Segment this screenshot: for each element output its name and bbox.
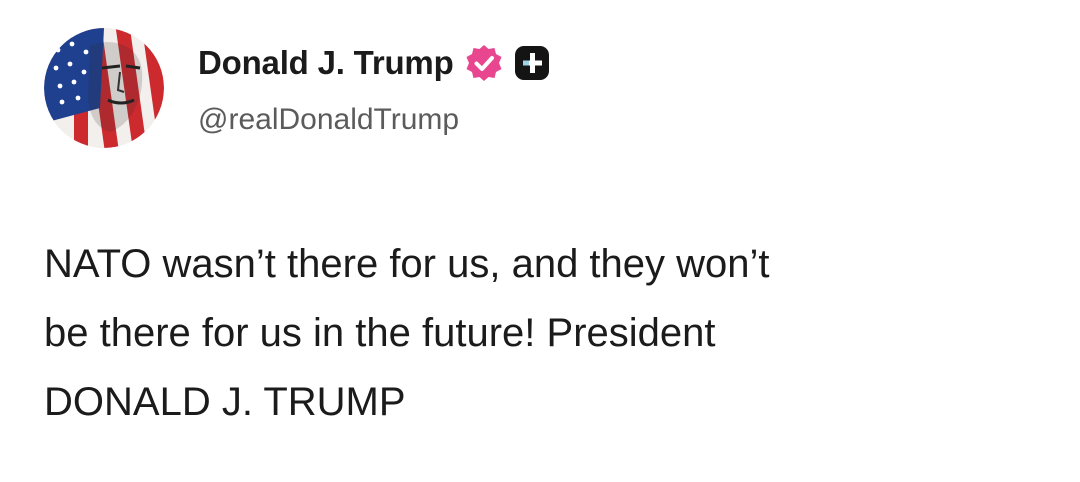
post-text-line: NATO wasn’t there for us, and they won’t xyxy=(44,242,770,286)
verified-badge-icon xyxy=(464,43,504,83)
post-card: Donald J. Trump @realDonaldTrump NATO wa… xyxy=(0,0,1080,482)
post-text: NATO wasn’t there for us, and they won’t… xyxy=(44,230,1044,437)
portrait-flag-avatar-icon xyxy=(44,28,164,148)
plus-badge-icon xyxy=(514,45,550,81)
post-text-line: be there for us in the future! President xyxy=(44,311,716,355)
author-row: Donald J. Trump xyxy=(198,40,550,86)
author-display-name[interactable]: Donald J. Trump xyxy=(198,44,454,82)
author-handle[interactable]: @realDonaldTrump xyxy=(198,103,459,137)
post-text-line: DONALD J. TRUMP xyxy=(44,380,406,424)
avatar[interactable] xyxy=(44,28,164,148)
